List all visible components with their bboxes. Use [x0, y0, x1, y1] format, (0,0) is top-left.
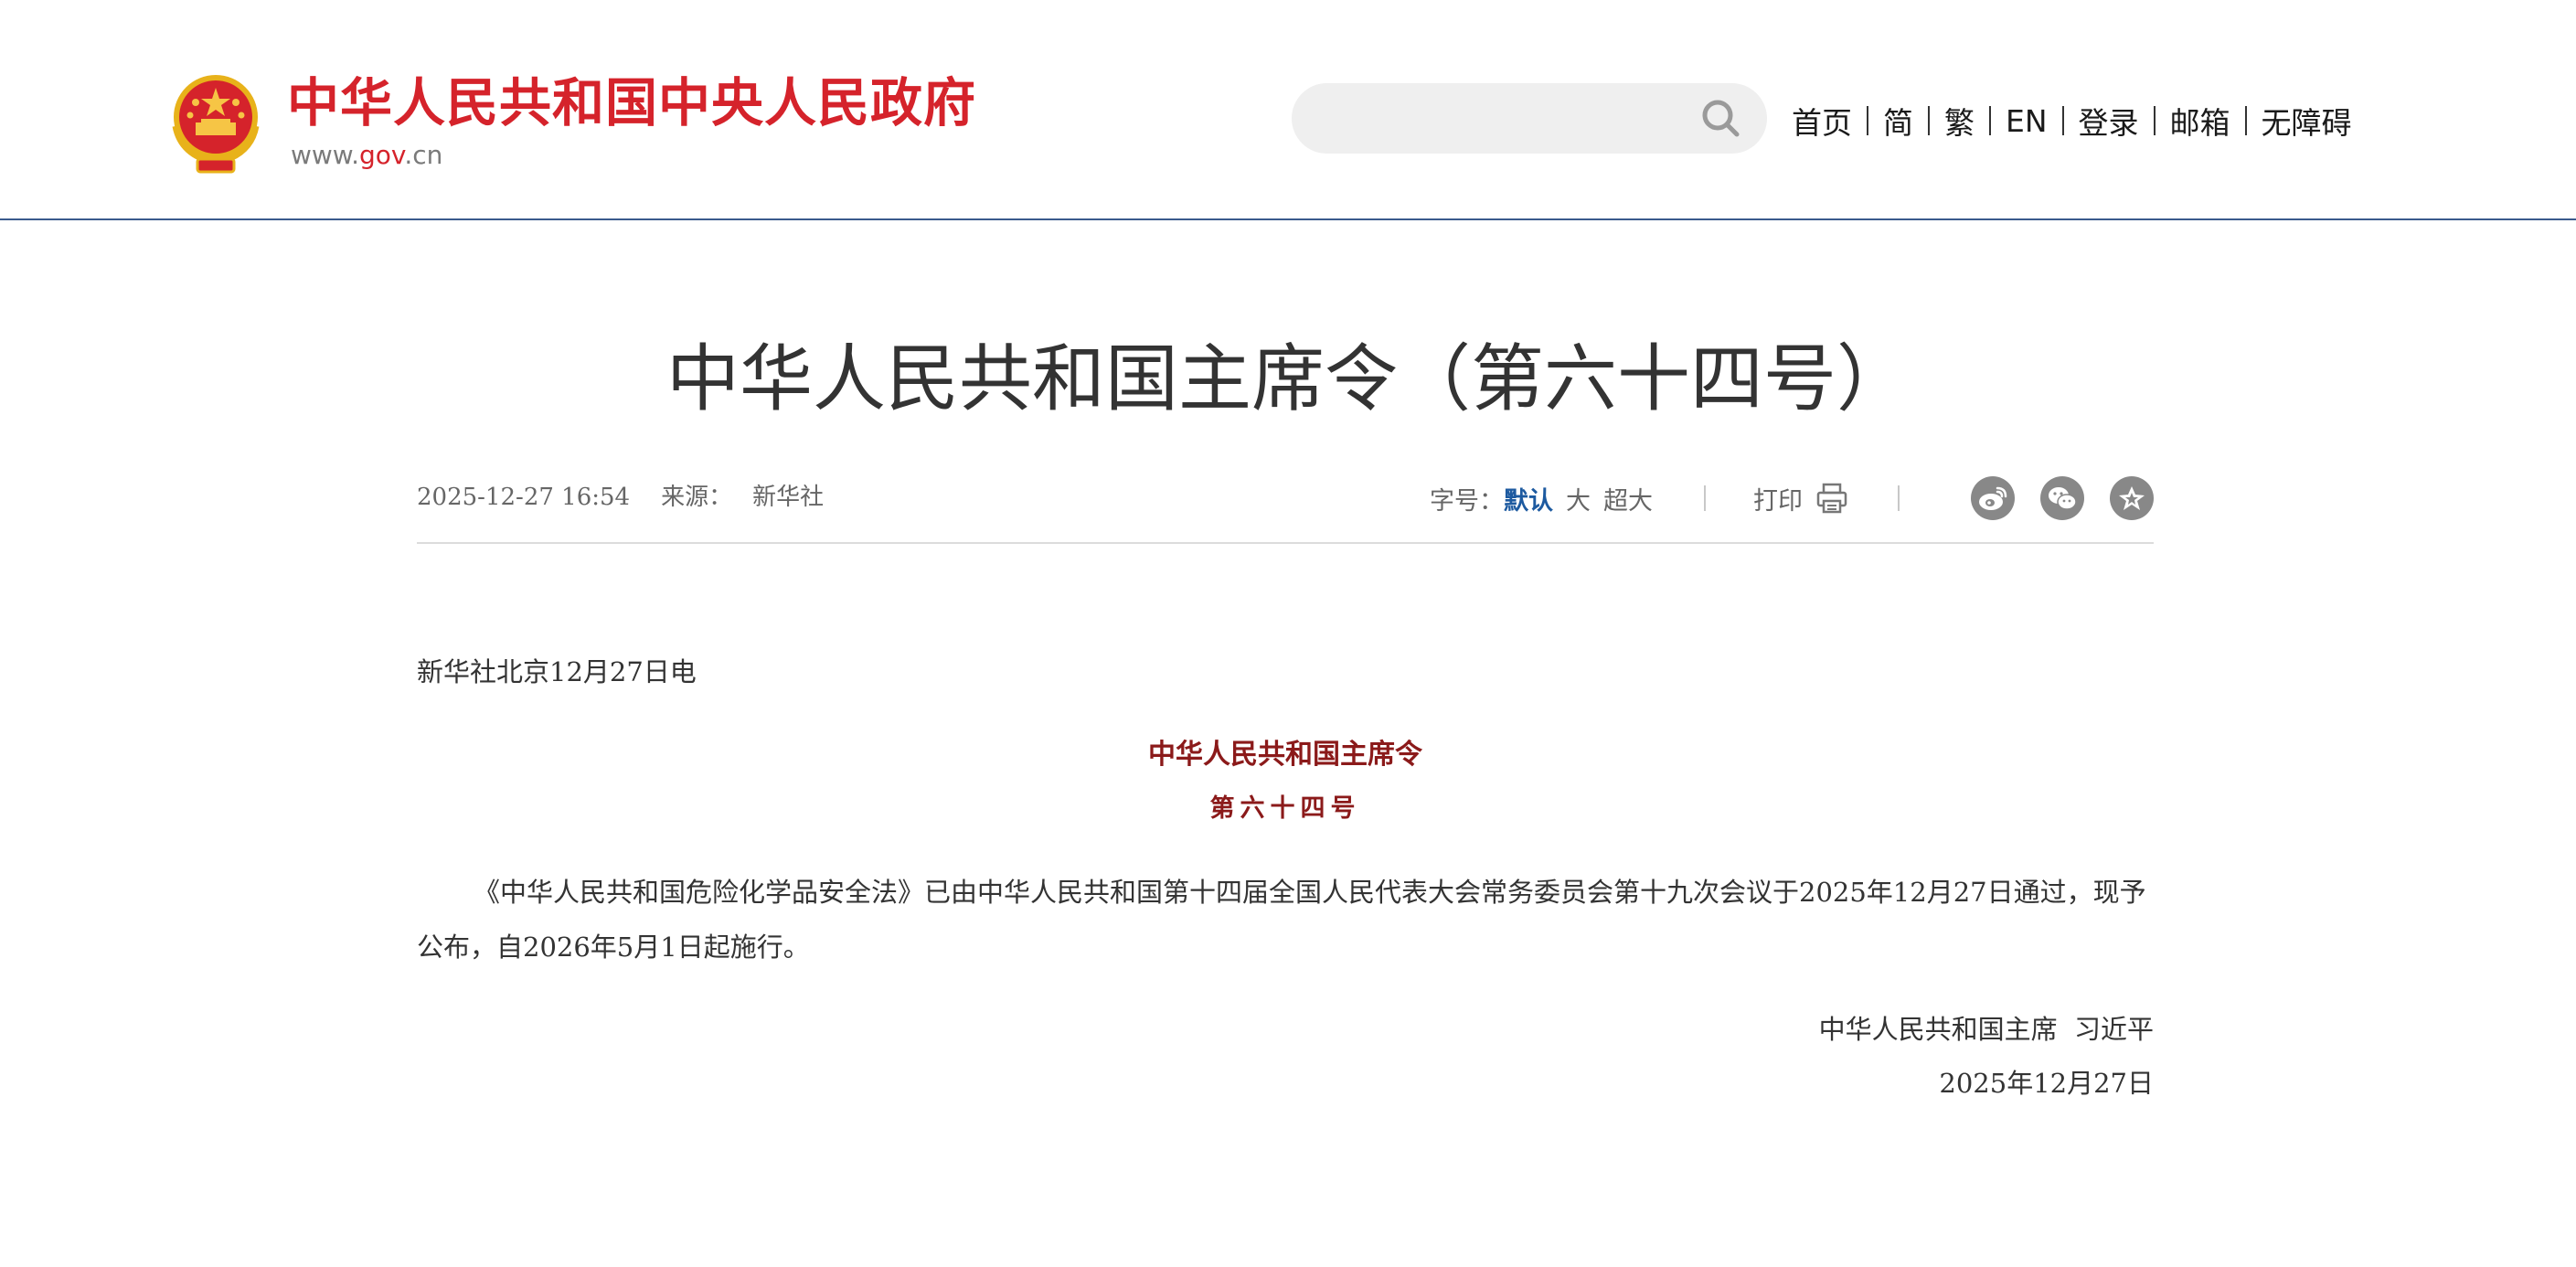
- font-size-large[interactable]: 大: [1566, 481, 1591, 516]
- nav-english[interactable]: EN: [2006, 103, 2048, 139]
- site-title[interactable]: 中华人民共和国中央人民政府: [287, 71, 976, 135]
- nav-accessibility[interactable]: 无障碍: [2262, 99, 2352, 143]
- nav-traditional[interactable]: 繁: [1944, 99, 1975, 143]
- nav-simplified[interactable]: 简: [1883, 99, 1913, 143]
- article-title: 中华人民共和国主席令（第六十四号）: [666, 336, 1910, 421]
- national-emblem-icon[interactable]: [168, 71, 263, 174]
- nav-mailbox[interactable]: 邮箱: [2170, 99, 2230, 143]
- order-title: 中华人民共和国主席令: [1148, 739, 1422, 771]
- font-size-label: 字号：: [1430, 486, 1504, 516]
- source-name: 新华社: [752, 484, 825, 511]
- top-nav: 首页 简 繁 EN 登录 邮箱 无障碍: [1792, 91, 2352, 150]
- printer-icon: [1816, 483, 1847, 514]
- search-input[interactable]: [1292, 83, 1767, 154]
- nav-divider: [2153, 106, 2156, 135]
- domain-suffix: .cn: [404, 140, 443, 170]
- article-meta-info: 2025-12-27 16:54 来源： 新华社: [417, 479, 824, 516]
- nav-login[interactable]: 登录: [2079, 99, 2139, 143]
- domain-prefix: www.: [291, 140, 360, 170]
- nav-divider: [1928, 106, 1930, 135]
- print-label: 打印: [1753, 486, 1803, 516]
- font-size-default[interactable]: 默认: [1504, 481, 1553, 516]
- wechat-icon[interactable]: [2040, 476, 2084, 520]
- nav-divider: [1867, 106, 1868, 135]
- nav-divider: [1989, 106, 1991, 135]
- tools-divider: [1704, 485, 1706, 511]
- order-number: 第六十四号: [1209, 794, 1361, 823]
- article-paragraph: 《中华人民共和国危险化学品安全法》已由中华人民共和国第十四届全国人民代表大会常务…: [417, 877, 2146, 963]
- favorite-icon[interactable]: [2110, 476, 2154, 520]
- domain-highlight: gov: [359, 140, 405, 170]
- font-size-xlarge[interactable]: 超大: [1603, 481, 1653, 516]
- tools-divider: [1898, 485, 1900, 511]
- signature-date: 2025年12月27日: [1939, 1068, 2154, 1099]
- search-icon[interactable]: [1698, 96, 1744, 142]
- source-label: 来源：: [661, 484, 733, 511]
- site-domain: www.gov.cn: [291, 139, 442, 172]
- weibo-icon[interactable]: [1971, 476, 2015, 520]
- nav-divider: [2061, 106, 2064, 135]
- print-button[interactable]: 打印: [1753, 481, 1848, 516]
- signature-line: 中华人民共和国主席 习近平: [1818, 1014, 2154, 1045]
- site-header: 中华人民共和国中央人民政府 www.gov.cn 首页 简 繁 EN 登录 邮箱…: [0, 0, 2576, 220]
- dateline: 新华社北京12月27日电: [417, 656, 697, 687]
- article-meta-bar: 2025-12-27 16:54 来源： 新华社 字号： 默认 大 超大 打印: [417, 466, 2154, 544]
- article-tools: 字号： 默认 大 超大 打印: [1430, 466, 2154, 530]
- nav-divider: [2244, 106, 2247, 135]
- nav-home[interactable]: 首页: [1792, 99, 1852, 143]
- publish-date: 2025-12-27 16:54: [417, 484, 631, 511]
